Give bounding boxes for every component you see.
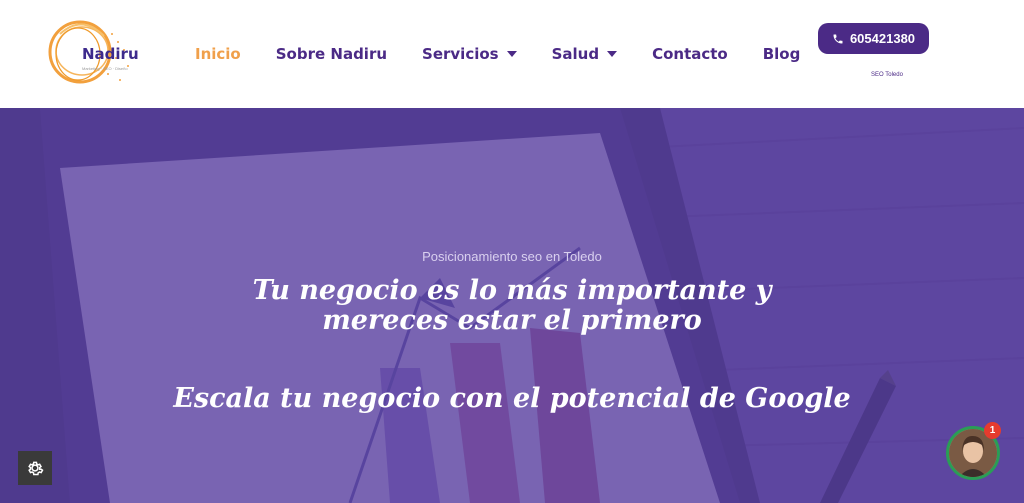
seo-toledo-link[interactable]: SEO Toledo [871, 72, 903, 78]
nav-item-servicios[interactable]: Servicios [422, 45, 517, 63]
cookie-settings-button[interactable] [18, 451, 52, 485]
phone-icon [833, 34, 843, 43]
nav-item-blog[interactable]: Blog [763, 45, 801, 63]
nav-item-label: Servicios [422, 45, 499, 63]
nav-item-label: Blog [762, 45, 801, 63]
nav-item-label: Inicio [195, 45, 241, 63]
nav-item-label: Salud [551, 45, 600, 63]
site-header: Nadiru Marketing · SEO · Diseño Inicio S… [0, 0, 1024, 108]
hero-section: Posicionamiento seo en Toledo Tu negocio… [0, 108, 1024, 503]
chevron-down-icon [506, 51, 517, 57]
hero-subtitle: Posicionamiento seo en Toledo [422, 249, 602, 264]
nav-item-salud[interactable]: Salud [551, 45, 618, 63]
phone-button[interactable]: 605421380 [818, 23, 929, 54]
brand-tagline: Marketing · SEO · Diseño [82, 66, 128, 71]
brand-logo[interactable]: Nadiru Marketing · SEO · Diseño [42, 14, 152, 94]
chevron-down-icon [607, 51, 618, 57]
hero-title: Tu negocio es lo más importante y merece… [252, 275, 772, 336]
main-nav: Inicio Sobre Nadiru Servicios Salud Cont… [195, 43, 835, 65]
nav-item-contacto[interactable]: Contacto [652, 45, 728, 63]
nav-item-label: Sobre Nadiru [275, 45, 388, 63]
gear-icon [28, 461, 44, 476]
phone-number: 605421380 [849, 31, 916, 46]
nav-item-inicio[interactable]: Inicio [195, 45, 241, 63]
notification-badge: 1 [984, 422, 1001, 439]
brand-name: Nadiru [82, 45, 139, 63]
hero-secondary-title: Escala tu negocio con el potencial de Go… [173, 383, 851, 414]
nav-item-sobre-nadiru[interactable]: Sobre Nadiru [276, 45, 387, 63]
nav-item-label: Contacto [652, 45, 728, 63]
